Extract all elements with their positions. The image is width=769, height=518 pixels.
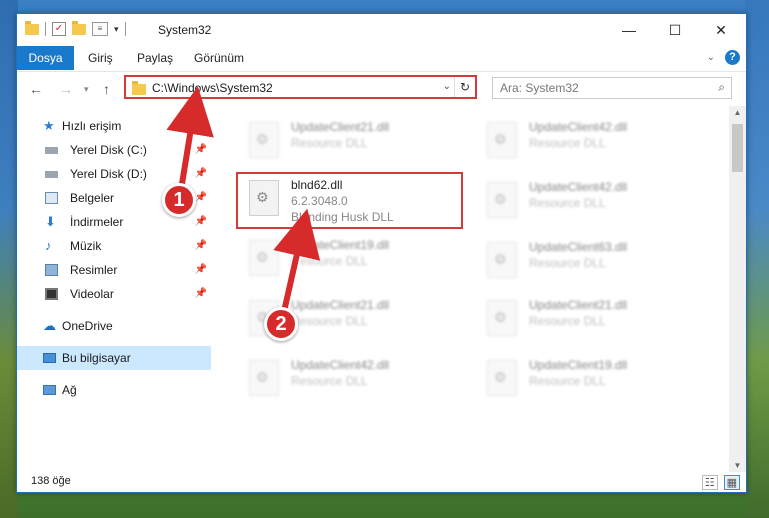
step-2-badge: 2 <box>264 307 298 341</box>
step-1-badge: 1 <box>162 183 196 217</box>
annotation-arrows <box>166 86 321 318</box>
arrow-step2 <box>273 208 321 317</box>
